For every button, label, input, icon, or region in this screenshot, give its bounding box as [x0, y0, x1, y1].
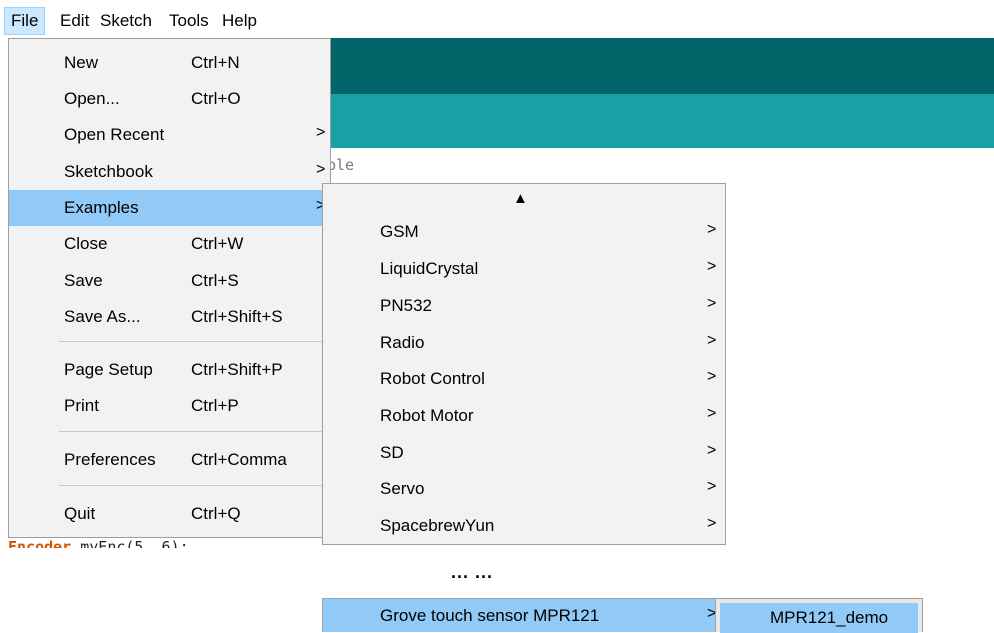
menu-item-close[interactable]: Close Ctrl+W: [9, 226, 330, 262]
menu-bar: File Edit Sketch Tools Help: [0, 0, 994, 38]
examples-item-gsm[interactable]: GSM >: [323, 214, 725, 250]
menu-item-label: Radio: [380, 333, 425, 352]
menu-item-shortcut: Ctrl+N: [191, 53, 240, 72]
menu-item-label: Open...: [64, 89, 120, 108]
toolbar-band: [330, 38, 994, 94]
menu-item-label: Servo: [380, 479, 425, 498]
menu-item-label: PN532: [380, 296, 432, 315]
menu-item-label: Quit: [64, 504, 96, 523]
menu-item-label: Print: [64, 396, 99, 415]
scroll-up-icon[interactable]: ▲: [513, 190, 528, 207]
menu-item-label: LiquidCrystal: [380, 259, 479, 278]
chevron-right-icon: >: [707, 332, 717, 349]
menu-item-label: Page Setup: [64, 360, 153, 379]
menu-item-sketchbook[interactable]: Sketchbook >: [9, 154, 330, 190]
chevron-right-icon: >: [707, 221, 717, 238]
code-keyword: Encoder: [8, 538, 72, 548]
ellipsis-text: ... ...: [451, 562, 494, 582]
examples-item-servo[interactable]: Servo >: [323, 471, 725, 507]
menu-item-label: Preferences: [64, 450, 156, 469]
menu-item-label: Examples: [64, 198, 139, 217]
menu-item-label: GSM: [380, 222, 419, 241]
menu-item-shortcut: Ctrl+Comma: [191, 450, 287, 469]
menu-item-open[interactable]: Open... Ctrl+O: [9, 81, 330, 117]
menu-item-label: Grove touch sensor MPR121: [380, 606, 600, 625]
code-line: Encoder myEnc(5, 6);: [8, 538, 189, 548]
menu-item-shortcut: Ctrl+Shift+S: [191, 307, 283, 326]
code-fragment: ple: [327, 156, 355, 174]
menu-item-label: Sketchbook: [64, 162, 153, 181]
menu-item-shortcut: Ctrl+O: [191, 89, 241, 108]
chevron-right-icon: >: [707, 442, 717, 459]
chevron-right-icon: >: [707, 258, 717, 275]
examples-item-robot-motor[interactable]: Robot Motor >: [323, 398, 725, 434]
menu-item-label: Save: [64, 271, 103, 290]
menu-item-label: MPR121_demo: [770, 608, 889, 627]
chevron-right-icon: >: [316, 161, 326, 178]
examples-item-radio[interactable]: Radio >: [323, 325, 725, 361]
chevron-right-icon: >: [316, 124, 326, 141]
menu-separator: [59, 485, 324, 486]
examples-item-robot-control[interactable]: Robot Control >: [323, 361, 725, 397]
menu-item-label: Close: [64, 234, 108, 253]
menu-item-shortcut: Ctrl+S: [191, 271, 239, 290]
examples-item-pn532[interactable]: PN532 >: [323, 288, 725, 324]
menu-tools[interactable]: Tools: [163, 8, 215, 34]
menu-item-preferences[interactable]: Preferences Ctrl+Comma: [9, 442, 330, 478]
examples-submenu: ▲ GSM > LiquidCrystal > PN532 > Radio > …: [322, 183, 726, 545]
menu-item-new[interactable]: New Ctrl+N: [9, 45, 330, 81]
menu-item-label: Open Recent: [64, 125, 165, 144]
menu-item-examples[interactable]: Examples >: [9, 190, 330, 226]
chevron-right-icon: >: [707, 515, 717, 532]
menu-item-label: SD: [380, 443, 404, 462]
menu-item-label: Save As...: [64, 307, 141, 326]
chevron-right-icon: >: [707, 295, 717, 312]
menu-item-shortcut: Ctrl+Shift+P: [191, 360, 283, 379]
examples-item-spacebrewyun[interactable]: SpacebrewYun >: [323, 508, 725, 544]
menu-item-shortcut: Ctrl+P: [191, 396, 239, 415]
menu-sketch[interactable]: Sketch: [94, 8, 158, 34]
tab-band: [330, 94, 994, 148]
menu-file[interactable]: File: [4, 7, 46, 35]
menu-item-shortcut: Ctrl+W: [191, 234, 244, 253]
menu-item-open-recent[interactable]: Open Recent >: [9, 117, 330, 153]
menu-help[interactable]: Help: [216, 8, 263, 34]
examples-item-sd[interactable]: SD >: [323, 435, 725, 471]
menu-item-save-as[interactable]: Save As... Ctrl+Shift+S: [9, 299, 330, 335]
menu-item-quit[interactable]: Quit Ctrl+Q: [9, 496, 330, 532]
menu-item-label: Robot Motor: [380, 406, 474, 425]
chevron-right-icon: >: [707, 368, 717, 385]
menu-item-page-setup[interactable]: Page Setup Ctrl+Shift+P: [9, 352, 330, 388]
examples-item-liquidcrystal[interactable]: LiquidCrystal >: [323, 251, 725, 287]
chevron-right-icon: >: [707, 405, 717, 422]
menu-separator: [59, 341, 324, 342]
menu-item-label: New: [64, 53, 99, 72]
menu-edit[interactable]: Edit: [54, 8, 95, 34]
examples-item-grove-touch-sensor[interactable]: Grove touch sensor MPR121 >: [322, 598, 726, 632]
menu-item-label: Robot Control: [380, 369, 485, 388]
file-menu: New Ctrl+N Open... Ctrl+O Open Recent > …: [8, 38, 331, 538]
code-rest: myEnc(5, 6);: [71, 538, 189, 548]
menu-item-label: SpacebrewYun: [380, 516, 495, 535]
menu-item-print[interactable]: Print Ctrl+P: [9, 388, 330, 424]
chevron-right-icon: >: [707, 478, 717, 495]
menu-item-shortcut: Ctrl+Q: [191, 504, 241, 523]
menu-item-save[interactable]: Save Ctrl+S: [9, 263, 330, 299]
menu-item-mpr121-demo[interactable]: MPR121_demo: [720, 603, 918, 633]
grove-submenu: MPR121_demo: [715, 598, 923, 633]
menu-separator: [59, 431, 324, 432]
